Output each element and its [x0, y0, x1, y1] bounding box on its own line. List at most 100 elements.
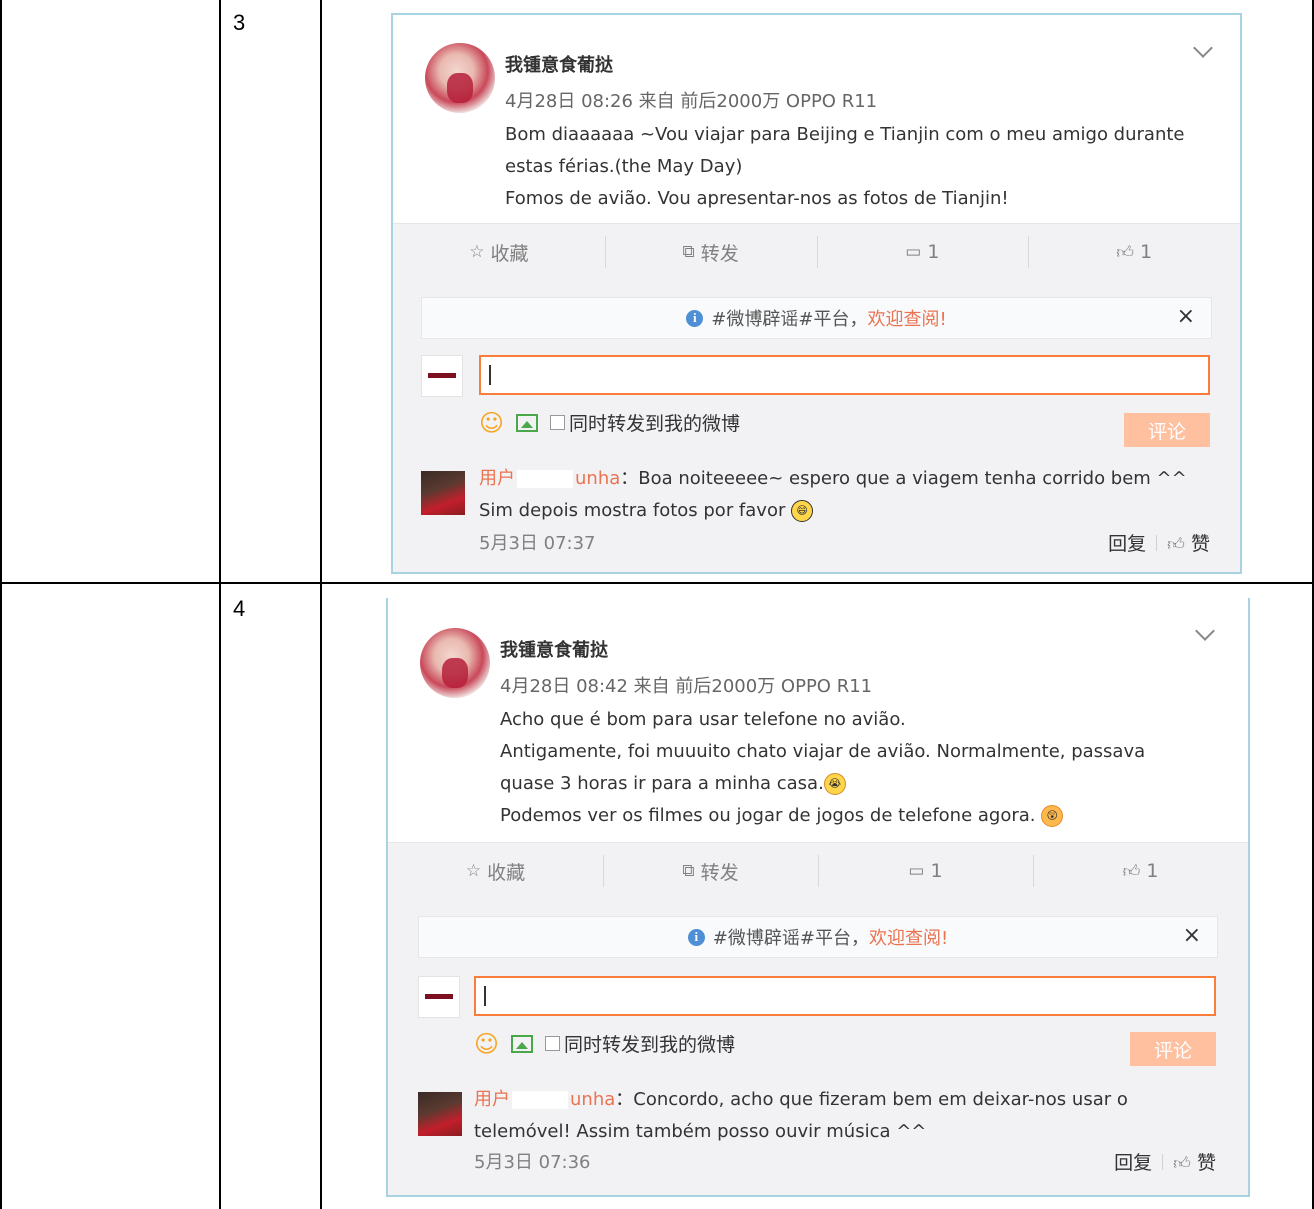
- author-avatar[interactable]: [420, 628, 490, 698]
- thumbs-up-icon: 👍︎: [1167, 535, 1185, 555]
- comment-line: Concordo, acho que fizeram bem em deixar…: [633, 1089, 1128, 1110]
- picture-icon[interactable]: [511, 1034, 534, 1053]
- thumbs-up-icon: 👍︎: [1122, 861, 1141, 882]
- author-avatar[interactable]: [425, 43, 495, 113]
- comment-count: 1: [930, 860, 943, 882]
- post-actions: ☆ 收藏 ⧉ 转发 ▭ 1 👍︎ 1: [388, 842, 1248, 899]
- comment-submit-button[interactable]: 评论: [1124, 413, 1210, 447]
- close-icon[interactable]: ×: [1183, 923, 1201, 948]
- comment-line: telemóvel! Assim também posso ouvir músi…: [474, 1121, 927, 1142]
- post-line: Acho que é bom para usar telefone no avi…: [500, 709, 906, 730]
- info-icon: i: [686, 309, 704, 327]
- comment-submit-button[interactable]: 评论: [1130, 1032, 1216, 1066]
- comment-button[interactable]: ▭ 1: [816, 224, 1029, 280]
- comment-tools: ☺ 同时转发到我的微博: [479, 409, 740, 436]
- repost-button[interactable]: ⧉ 转发: [604, 224, 817, 280]
- author-name[interactable]: 我锺意食葡挞: [500, 636, 608, 662]
- table-divider-col2: [320, 0, 322, 1209]
- like-button[interactable]: 👍︎ 1: [1028, 224, 1240, 280]
- comment-ops: 回复 👍︎ 赞: [1114, 1148, 1216, 1175]
- post-body: Acho que é bom para usar telefone no avi…: [500, 704, 1220, 832]
- like-button[interactable]: 👍︎ 1: [1033, 843, 1248, 899]
- rumor-notice: i #微博辟谣#平台， 欢迎查阅! ×: [421, 297, 1212, 339]
- notice-text: #微博辟谣#平台，: [711, 309, 868, 330]
- share-icon: ⧉: [682, 861, 695, 881]
- comment-ops: 回复 👍︎ 赞: [1108, 529, 1210, 556]
- star-outline-icon: ☆: [465, 861, 482, 881]
- smiley-icon[interactable]: ☺: [479, 411, 504, 435]
- row-number: 3: [233, 10, 246, 35]
- commenter-avatar[interactable]: [418, 1092, 462, 1136]
- text-caret: [489, 365, 491, 385]
- comment-like-button[interactable]: 👍︎ 赞: [1167, 529, 1210, 556]
- comment-like-button[interactable]: 👍︎ 赞: [1173, 1148, 1216, 1175]
- author-name[interactable]: 我锺意食葡挞: [505, 51, 613, 77]
- comment-text: 用户 unha：Boa noiteeeee~ espero que a viage…: [479, 468, 1187, 522]
- text-caret: [484, 986, 486, 1006]
- commenter-avatar[interactable]: [421, 471, 465, 515]
- checkbox-icon[interactable]: [545, 1036, 561, 1051]
- weibo-post-card: 我锺意食葡挞 4月28日 08:42 来自 前后2000万 OPPO R11 A…: [386, 598, 1250, 1197]
- favorite-button[interactable]: ☆ 收藏: [393, 224, 605, 280]
- post-body: Bom diaaaaaa ~Vou viajar para Beijing e …: [505, 119, 1225, 215]
- post-line: quase 3 horas ir para a minha casa. 😭: [500, 768, 1220, 800]
- notice-link[interactable]: 欢迎查阅!: [867, 305, 946, 331]
- comment-icon: ▭: [905, 242, 922, 262]
- row-number: 4: [233, 596, 246, 621]
- reply-button[interactable]: 回复: [1108, 529, 1146, 556]
- favorite-label: 收藏: [487, 861, 526, 884]
- table-row-divider: [0, 582, 1314, 584]
- comment-panel: i #微博辟谣#平台， 欢迎查阅! × ☺ 同时转发到我的微博 评论 用户 unh…: [388, 898, 1248, 1195]
- reply-button[interactable]: 回复: [1114, 1148, 1152, 1175]
- share-icon: ⧉: [682, 242, 695, 262]
- star-outline-icon: ☆: [469, 242, 485, 262]
- thumbs-up-icon: 👍︎: [1116, 242, 1134, 263]
- comment-input[interactable]: [474, 976, 1216, 1016]
- close-icon[interactable]: ×: [1177, 304, 1195, 329]
- repost-checkbox[interactable]: 同时转发到我的微博: [550, 409, 740, 436]
- chevron-down-icon[interactable]: [1193, 38, 1213, 58]
- comment-tools: ☺ 同时转发到我的微博: [474, 1030, 735, 1057]
- repost-checkbox[interactable]: 同时转发到我的微博: [545, 1030, 735, 1057]
- post-line: Bom diaaaaaa ~Vou viajar para Beijing e …: [505, 124, 1185, 145]
- post-line: Podemos ver os filmes ou jogar de jogos …: [500, 800, 1220, 832]
- repost-checkbox-label: 同时转发到我的微博: [569, 413, 741, 435]
- post-line: estas férias.(the May Day): [505, 156, 743, 177]
- comment-time: 5月3日 07:36: [474, 1152, 591, 1173]
- post-actions: ☆ 收藏 ⧉ 转发 ▭ 1 👍︎ 1: [393, 223, 1240, 280]
- post-meta: 4月28日 08:42 来自 前后2000万 OPPO R11: [500, 676, 873, 697]
- weibo-post-card: 我锺意食葡挞 4月28日 08:26 来自 前后2000万 OPPO R11 B…: [391, 13, 1242, 574]
- notice-link[interactable]: 欢迎查阅!: [869, 924, 948, 950]
- my-avatar: [418, 976, 460, 1018]
- comment-line: Sim depois mostra fotos por favor: [479, 500, 786, 521]
- like-count: 1: [1146, 860, 1159, 882]
- info-icon: i: [687, 928, 705, 946]
- repost-label: 转发: [700, 861, 739, 884]
- shocked-emoji-icon: 😲: [1041, 805, 1064, 827]
- comment-button[interactable]: ▭ 1: [818, 843, 1033, 899]
- comment-text: 用户 unha：Concordo, acho que fizeram bem em…: [474, 1089, 1128, 1142]
- notice-text: #微博辟谣#平台，: [712, 928, 869, 949]
- commenter-name[interactable]: 用户 unha: [479, 468, 620, 489]
- table-divider-col1: [219, 0, 221, 1209]
- repost-button[interactable]: ⧉ 转发: [603, 843, 818, 899]
- comment-count: 1: [927, 241, 940, 263]
- my-avatar: [421, 355, 463, 397]
- rumor-notice: i #微博辟谣#平台， 欢迎查阅! ×: [418, 916, 1218, 958]
- favorite-button[interactable]: ☆ 收藏: [388, 843, 603, 899]
- post-line: Fomos de avião. Vou apresentar-nos as fo…: [505, 188, 1009, 209]
- commenter-name[interactable]: 用户 unha: [474, 1089, 615, 1110]
- chevron-down-icon[interactable]: [1195, 621, 1215, 641]
- smiley-icon[interactable]: ☺: [474, 1032, 499, 1056]
- checkbox-icon[interactable]: [550, 415, 566, 430]
- repost-checkbox-label: 同时转发到我的微博: [564, 1034, 736, 1056]
- post-meta: 4月28日 08:26 来自 前后2000万 OPPO R11: [505, 91, 878, 112]
- post-line: Antigamente, foi muuuito chato viajar de…: [500, 741, 1146, 762]
- table-border-left: [0, 0, 2, 1209]
- comment-input[interactable]: [479, 355, 1210, 395]
- comment-panel: i #微博辟谣#平台， 欢迎查阅! × ☺ 同时转发到我的微博 评论 用户 unh…: [393, 279, 1240, 572]
- comment-time: 5月3日 07:37: [479, 533, 596, 554]
- thumbs-up-icon: 👍︎: [1173, 1154, 1191, 1174]
- picture-icon[interactable]: [516, 413, 539, 432]
- like-count: 1: [1139, 241, 1153, 263]
